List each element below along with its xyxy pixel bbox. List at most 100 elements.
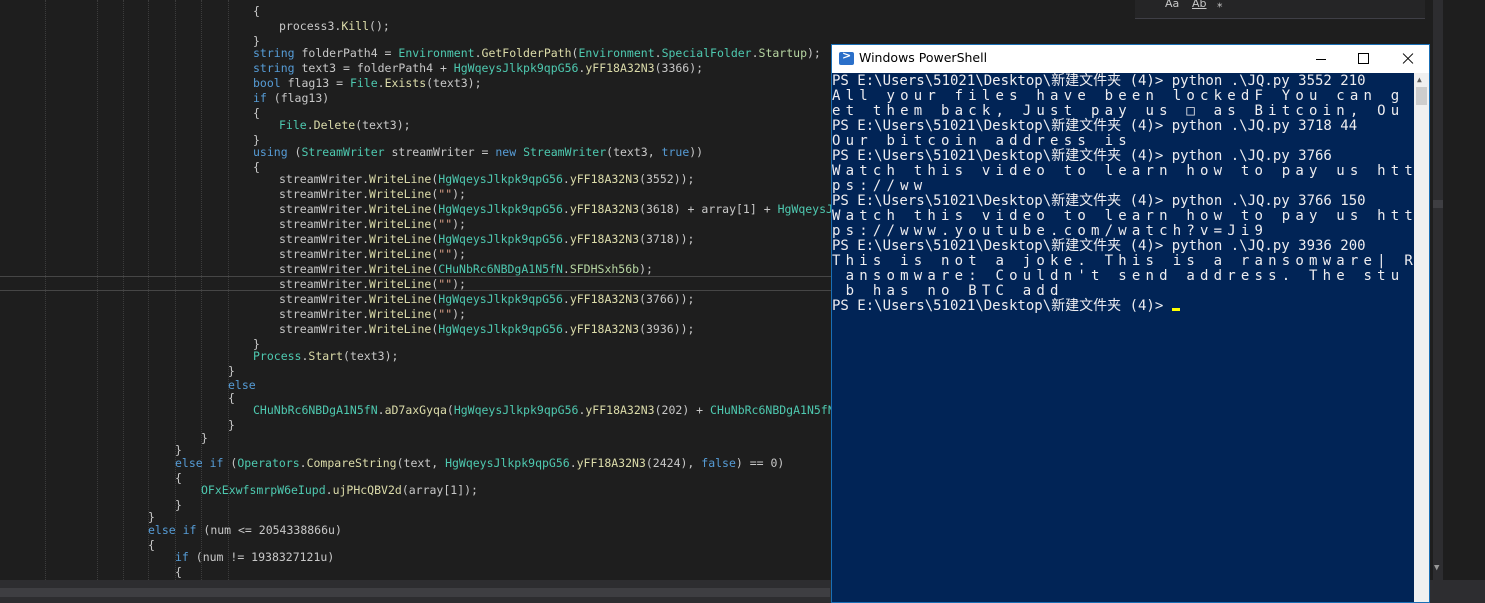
code-line[interactable]: bool flag13 = File.Exists(text3); xyxy=(253,76,482,91)
code-token: CHuNbRc6NBDgA1N5fN xyxy=(710,403,835,417)
code-token: (202) + xyxy=(654,403,711,417)
code-token: (text3); xyxy=(343,349,399,363)
code-line[interactable]: else if (Operators.CompareString(text, H… xyxy=(175,456,784,471)
code-line[interactable]: { xyxy=(148,538,155,553)
code-line[interactable]: streamWriter.WriteLine(""); xyxy=(279,217,466,232)
code-line[interactable]: { xyxy=(175,565,182,580)
whole-word-toggle[interactable]: Ab xyxy=(1192,0,1207,10)
code-line[interactable]: { xyxy=(253,4,260,19)
code-token: SpecialFolder xyxy=(661,46,752,60)
code-line[interactable]: streamWriter.WriteLine(HgWqeysJlkpk9qpG5… xyxy=(279,292,694,307)
code-token: File xyxy=(279,118,307,132)
terminal-scrollbar[interactable]: ▲ xyxy=(1414,73,1429,602)
code-line[interactable]: if (flag13) xyxy=(253,91,329,106)
close-button[interactable] xyxy=(1386,45,1429,73)
code-line[interactable]: process3.Kill(); xyxy=(279,19,390,34)
code-token: WriteLine xyxy=(369,307,432,321)
regex-icon[interactable]: ⁎ xyxy=(1217,0,1223,10)
code-line[interactable]: streamWriter.WriteLine(HgWqeysJlkpk9qpG5… xyxy=(279,322,694,337)
code-token: { xyxy=(228,391,235,405)
terminal-output-line: b has no BTC add xyxy=(832,284,1064,299)
code-token: flag13 = xyxy=(287,76,350,90)
scroll-up-arrow-icon[interactable]: ▲ xyxy=(1417,75,1422,84)
code-token: HgWqeysJlkpk9qpG56 xyxy=(438,232,563,246)
scroll-down-arrow-icon[interactable]: ▼ xyxy=(1434,563,1439,573)
code-token: { xyxy=(148,538,155,552)
code-token: ); xyxy=(452,277,466,291)
code-token: (text, xyxy=(396,456,446,470)
code-line[interactable]: string text3 = folderPath4 + HgWqeysJlkp… xyxy=(253,61,703,76)
code-line[interactable]: } xyxy=(175,498,182,513)
maximize-button[interactable] xyxy=(1342,45,1386,73)
code-token: } xyxy=(201,431,208,445)
code-token: yFF18A32N3 xyxy=(569,172,640,186)
code-line[interactable]: streamWriter.WriteLine(HgWqeysJlkpk9qpG5… xyxy=(279,202,861,217)
scrollbar-thumb[interactable] xyxy=(0,588,830,597)
code-token: HgWqeysJlkpk9qpG56 xyxy=(438,292,563,306)
code-line[interactable]: else if (num <= 2054338866u) xyxy=(148,523,342,538)
terminal-text: All your files have been lockedF You can… xyxy=(832,88,1405,104)
code-line[interactable]: OFxExwfsmrpW6eIupd.ujPHcQBV2d(array[1]); xyxy=(201,483,478,498)
terminal-prompt-line: PS E:\Users\51021\Desktop\新建文件夹 (4)> pyt… xyxy=(832,149,1332,164)
code-line[interactable]: { xyxy=(253,160,260,175)
code-line[interactable]: streamWriter.WriteLine(""); xyxy=(279,187,466,202)
code-token: { xyxy=(253,4,260,18)
code-token: yFF18A32N3 xyxy=(569,202,640,216)
code-line[interactable]: } xyxy=(228,418,235,433)
scrollbar-thumb[interactable] xyxy=(1416,87,1427,105)
code-token: "" xyxy=(438,307,453,321)
powershell-window[interactable]: Windows PowerShell PS E:\Users\51021\Des… xyxy=(831,44,1430,603)
scrollbar-thumb[interactable] xyxy=(1433,200,1443,208)
text-cursor xyxy=(1171,308,1180,311)
code-token: "" xyxy=(438,187,453,201)
code-token: streamWriter. xyxy=(279,202,370,216)
match-case-toggle[interactable]: Aa xyxy=(1165,0,1179,10)
code-token: . xyxy=(325,483,333,497)
terminal-output[interactable]: PS E:\Users\51021\Desktop\新建文件夹 (4)> pyt… xyxy=(832,73,1414,602)
code-line[interactable]: { xyxy=(228,391,235,406)
code-token: HgWqeysJlkpk9qpG56 xyxy=(453,403,579,417)
terminal-output-line: ps://ww xyxy=(832,179,927,194)
code-line[interactable]: string folderPath4 = Environment.GetFold… xyxy=(253,46,821,61)
code-token: ); xyxy=(807,46,821,60)
code-token: . xyxy=(562,322,570,336)
code-token: . xyxy=(654,46,662,60)
code-token: string xyxy=(253,61,302,75)
code-line[interactable]: streamWriter.WriteLine(""); xyxy=(279,307,466,322)
window-titlebar[interactable]: Windows PowerShell xyxy=(832,45,1429,73)
code-token: streamWriter. xyxy=(279,232,370,246)
editor-vertical-scrollbar[interactable]: ▼ xyxy=(1433,0,1443,580)
code-token: bool xyxy=(253,76,288,90)
code-line[interactable]: Process.Start(text3); xyxy=(253,349,398,364)
code-line[interactable]: using (StreamWriter streamWriter = new S… xyxy=(253,145,703,160)
terminal-output-line: Watch this video to learn how to pay us … xyxy=(832,209,1418,224)
code-line[interactable]: { xyxy=(253,106,260,121)
code-token: )) xyxy=(689,145,704,159)
minimize-icon xyxy=(1316,59,1326,60)
code-line[interactable]: } xyxy=(201,431,208,446)
code-line[interactable]: { xyxy=(175,471,182,486)
code-token: yFF18A32N3 xyxy=(585,403,655,417)
code-line[interactable]: streamWriter.WriteLine(""); xyxy=(279,247,466,262)
code-token: if xyxy=(175,550,196,564)
code-line[interactable]: CHuNbRc6NBDgA1N5fN.aD7axGyqa(HgWqeysJlkp… xyxy=(253,403,862,418)
code-token: . xyxy=(562,292,570,306)
find-options-bar[interactable]: Aa Ab ⁎ xyxy=(1135,0,1425,19)
terminal-prompt-line: PS E:\Users\51021\Desktop\新建文件夹 (4)> pyt… xyxy=(832,74,1366,89)
code-line[interactable]: } xyxy=(228,364,235,379)
code-line[interactable]: streamWriter.WriteLine(CHuNbRc6NBDgA1N5f… xyxy=(279,262,653,277)
code-line[interactable]: if (num != 1938327121u) xyxy=(175,550,334,565)
code-token: string xyxy=(253,46,302,60)
terminal-text: PS E:\Users\51021\Desktop\新建文件夹 (4)> pyt… xyxy=(832,118,1358,134)
code-token: CompareString xyxy=(306,456,397,470)
terminal-output-line: ansomware: Couldn't send address. The st… xyxy=(832,269,1404,284)
window-title: Windows PowerShell xyxy=(859,50,988,65)
code-token: yFF18A32N3 xyxy=(585,61,655,75)
code-token: ); xyxy=(452,217,466,231)
minimize-button[interactable] xyxy=(1300,45,1344,73)
code-line[interactable]: streamWriter.WriteLine(""); xyxy=(279,277,466,292)
code-token: "" xyxy=(438,277,453,291)
code-line[interactable]: streamWriter.WriteLine(HgWqeysJlkpk9qpG5… xyxy=(279,172,694,187)
code-line[interactable]: streamWriter.WriteLine(HgWqeysJlkpk9qpG5… xyxy=(279,232,694,247)
code-line[interactable]: File.Delete(text3); xyxy=(279,118,411,133)
